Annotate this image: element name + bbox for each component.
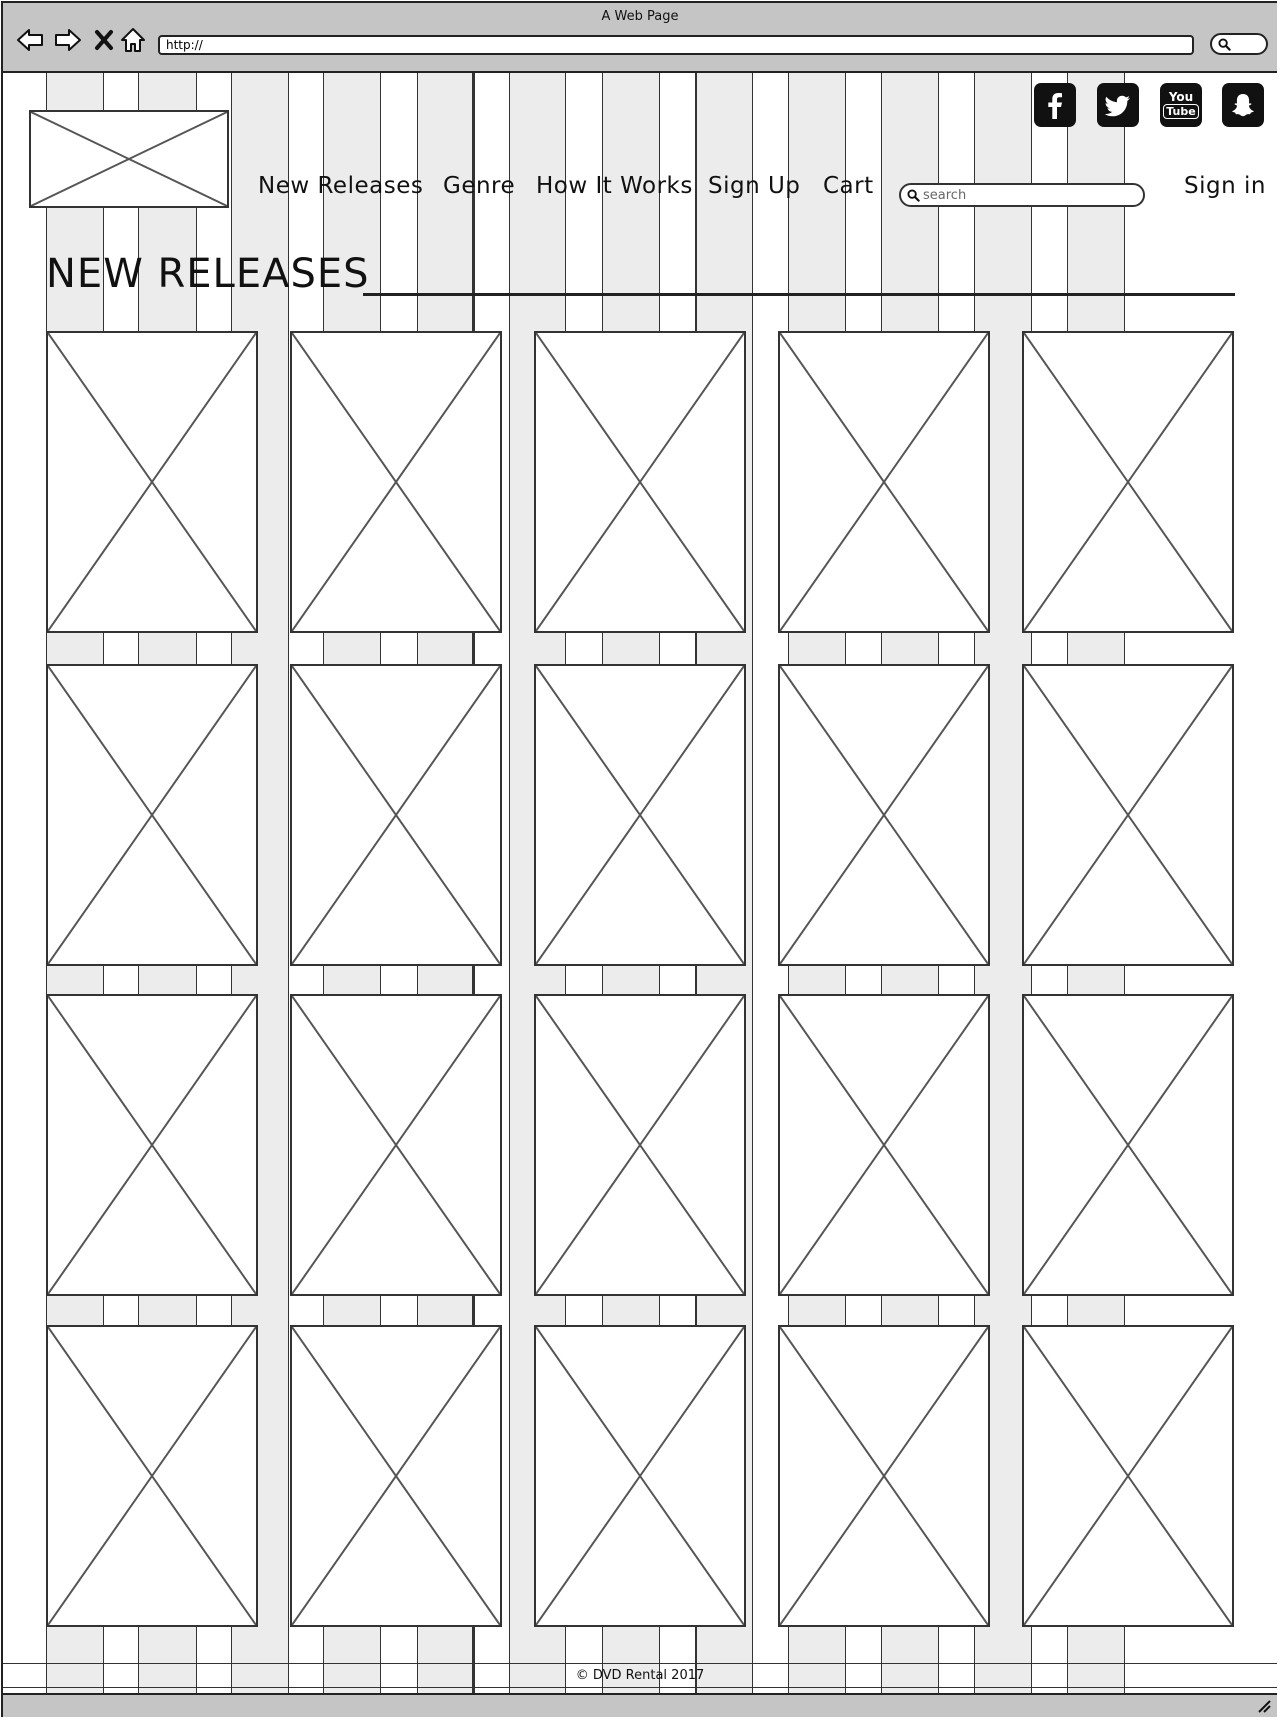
sign-in-link[interactable]: Sign in: [1184, 173, 1266, 199]
window-title: A Web Page: [601, 9, 679, 24]
release-tile-placeholder[interactable]: [778, 994, 990, 1296]
magnifier-icon: [1218, 38, 1231, 51]
forward-arrow-icon[interactable]: [53, 25, 83, 55]
release-tile-placeholder[interactable]: [534, 664, 746, 966]
nav-genre[interactable]: Genre: [443, 173, 515, 199]
release-tile-placeholder[interactable]: [534, 994, 746, 1296]
release-tile-placeholder[interactable]: [1022, 664, 1234, 966]
back-arrow-icon[interactable]: [15, 25, 45, 55]
footer-divider: [3, 1663, 1277, 1664]
release-tile-placeholder[interactable]: [534, 1325, 746, 1627]
browser-titlebar: A Web Page http://: [3, 3, 1277, 73]
home-icon[interactable]: [118, 25, 148, 55]
nav-sign-up[interactable]: Sign Up: [708, 173, 800, 199]
release-tile-placeholder[interactable]: [778, 664, 990, 966]
youtube-logo-text: You Tube: [1163, 91, 1199, 119]
release-tile-placeholder[interactable]: [46, 664, 258, 966]
release-tile-placeholder[interactable]: [290, 1325, 502, 1627]
logo-placeholder[interactable]: [29, 110, 229, 208]
release-tile-placeholder[interactable]: [290, 331, 502, 633]
nav-cart[interactable]: Cart: [823, 173, 874, 199]
snapchat-icon[interactable]: [1222, 83, 1264, 127]
nav-new-releases[interactable]: New Releases: [258, 173, 423, 199]
release-tile-placeholder[interactable]: [46, 1325, 258, 1627]
footer-divider: [3, 1687, 1277, 1688]
facebook-icon[interactable]: [1034, 83, 1076, 127]
close-x-icon[interactable]: [89, 25, 119, 55]
release-tile-placeholder[interactable]: [46, 331, 258, 633]
browser-window: A Web Page http:// New Releases Genre Ho…: [0, 0, 1280, 1720]
release-tile-placeholder[interactable]: [778, 331, 990, 633]
page-canvas: New Releases Genre How It Works Sign Up …: [3, 73, 1277, 1693]
search-icon: [907, 189, 920, 202]
nav-how-it-works[interactable]: How It Works: [536, 173, 693, 199]
release-tile-placeholder[interactable]: [1022, 331, 1234, 633]
release-tile-placeholder[interactable]: [46, 994, 258, 1296]
resize-grip-icon[interactable]: [1257, 1699, 1271, 1713]
title-underline: [363, 293, 1235, 296]
browser-search-field[interactable]: [1210, 33, 1268, 55]
release-tile-placeholder[interactable]: [534, 331, 746, 633]
footer-copyright: © DVD Rental 2017: [575, 1668, 705, 1683]
site-search-field[interactable]: [899, 183, 1145, 207]
release-tile-placeholder[interactable]: [290, 664, 502, 966]
release-tile-placeholder[interactable]: [1022, 994, 1234, 1296]
address-bar[interactable]: http://: [158, 35, 1194, 55]
browser-statusbar: [3, 1693, 1277, 1717]
release-tile-placeholder[interactable]: [778, 1325, 990, 1627]
release-tile-placeholder[interactable]: [1022, 1325, 1234, 1627]
twitter-icon[interactable]: [1097, 83, 1139, 127]
search-input[interactable]: [921, 186, 1133, 204]
youtube-icon[interactable]: You Tube: [1160, 83, 1202, 127]
section-title: NEW RELEASES: [46, 251, 370, 297]
release-tile-placeholder[interactable]: [290, 994, 502, 1296]
